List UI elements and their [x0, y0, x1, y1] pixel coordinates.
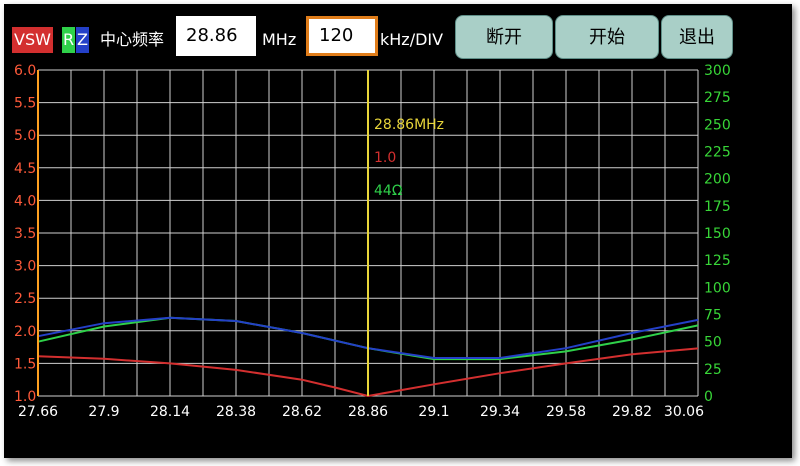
- app-window: VSW R Z 中心频率 MHz kHz/DIV 断开 开始 退出 1.0 1.5…: [4, 4, 792, 458]
- x-axis-tick-label: 27.66: [18, 404, 58, 420]
- x-axis-tick-label: 28.14: [150, 404, 190, 420]
- span-input[interactable]: [306, 16, 378, 56]
- x-axis-tick-label: 29.82: [612, 404, 652, 420]
- marker-impedance-readout: 44Ω: [374, 183, 403, 199]
- x-axis-tick-label: 29.58: [546, 404, 586, 420]
- disconnect-button[interactable]: 断开: [455, 15, 553, 59]
- right-axis-tick-label: 225: [704, 145, 731, 161]
- right-axis-tick-label: 25: [704, 362, 722, 378]
- right-axis-tick-label: 250: [704, 117, 731, 133]
- x-axis-tick-label: 28.62: [282, 404, 322, 420]
- left-axis-tick-label: 3.0: [14, 259, 36, 275]
- right-axis-tick-label: 150: [704, 226, 731, 242]
- right-axis-ticks: 0 25 50 75 100 125 150 175 200 225 250 275 300: [704, 63, 731, 405]
- x-axis-tick-label: 29.34: [480, 404, 520, 420]
- left-axis-tick-label: 2.5: [14, 291, 36, 307]
- x-axis-tick-label: 30.06: [664, 404, 704, 420]
- marker-swr-readout: 1.0: [374, 150, 396, 166]
- marker-frequency-readout: 28.86MHz: [374, 117, 444, 133]
- right-axis-tick-label: 50: [704, 335, 722, 351]
- left-axis-tick-label: 3.5: [14, 226, 36, 242]
- vsw-legend-tag: VSW: [12, 27, 53, 53]
- right-axis-tick-label: 200: [704, 172, 731, 188]
- x-axis-tick-label: 28.86: [348, 404, 388, 420]
- right-axis-tick-label: 175: [704, 199, 731, 215]
- right-axis-tick-label: 300: [704, 63, 731, 79]
- x-axis-tick-label: 28.38: [216, 404, 256, 420]
- left-axis-tick-label: 4.5: [14, 161, 36, 177]
- left-axis-tick-label: 5.0: [14, 128, 36, 144]
- left-axis-tick-label: 1.0: [14, 389, 36, 405]
- x-axis-tick-label: 29.1: [418, 404, 449, 420]
- start-button[interactable]: 开始: [555, 15, 659, 59]
- center-frequency-label: 中心频率: [100, 30, 165, 49]
- left-axis-tick-label: 4.0: [14, 193, 36, 209]
- right-axis-tick-label: 275: [704, 90, 731, 106]
- left-axis-tick-label: 6.0: [14, 63, 36, 79]
- left-axis-tick-label: 5.5: [14, 96, 36, 112]
- right-axis-tick-label: 75: [704, 308, 722, 324]
- center-frequency-unit: MHz: [262, 30, 297, 49]
- right-axis-tick-label: 125: [704, 253, 731, 269]
- r-legend-tag: R: [62, 27, 76, 53]
- x-axis-ticks: 27.66 27.9 28.14 28.38 28.62 28.86 29.1 29.34 29…: [18, 404, 704, 420]
- right-axis-tick-label: 100: [704, 280, 731, 296]
- x-axis-tick-label: 27.9: [88, 404, 119, 420]
- exit-button[interactable]: 退出: [661, 15, 733, 59]
- left-axis-tick-label: 2.0: [14, 324, 36, 340]
- left-axis-ticks: 1.0 1.5 2.0 2.5 3.0 3.5 4.0 4.5 5.0 5.5 6.0: [14, 63, 36, 405]
- z-legend-tag: Z: [76, 27, 89, 53]
- span-unit: kHz/DIV: [380, 30, 444, 49]
- right-axis-tick-label: 0: [704, 389, 713, 405]
- sweep-chart: 1.0 1.5 2.0 2.5 3.0 3.5 4.0 4.5 5.0 5.5 6.0 0 25 50 7…: [14, 63, 731, 420]
- center-frequency-input[interactable]: [176, 16, 256, 56]
- toolbar: VSW R Z 中心频率 MHz kHz/DIV 断开 开始 退出: [4, 4, 792, 60]
- left-axis-tick-label: 1.5: [14, 356, 36, 372]
